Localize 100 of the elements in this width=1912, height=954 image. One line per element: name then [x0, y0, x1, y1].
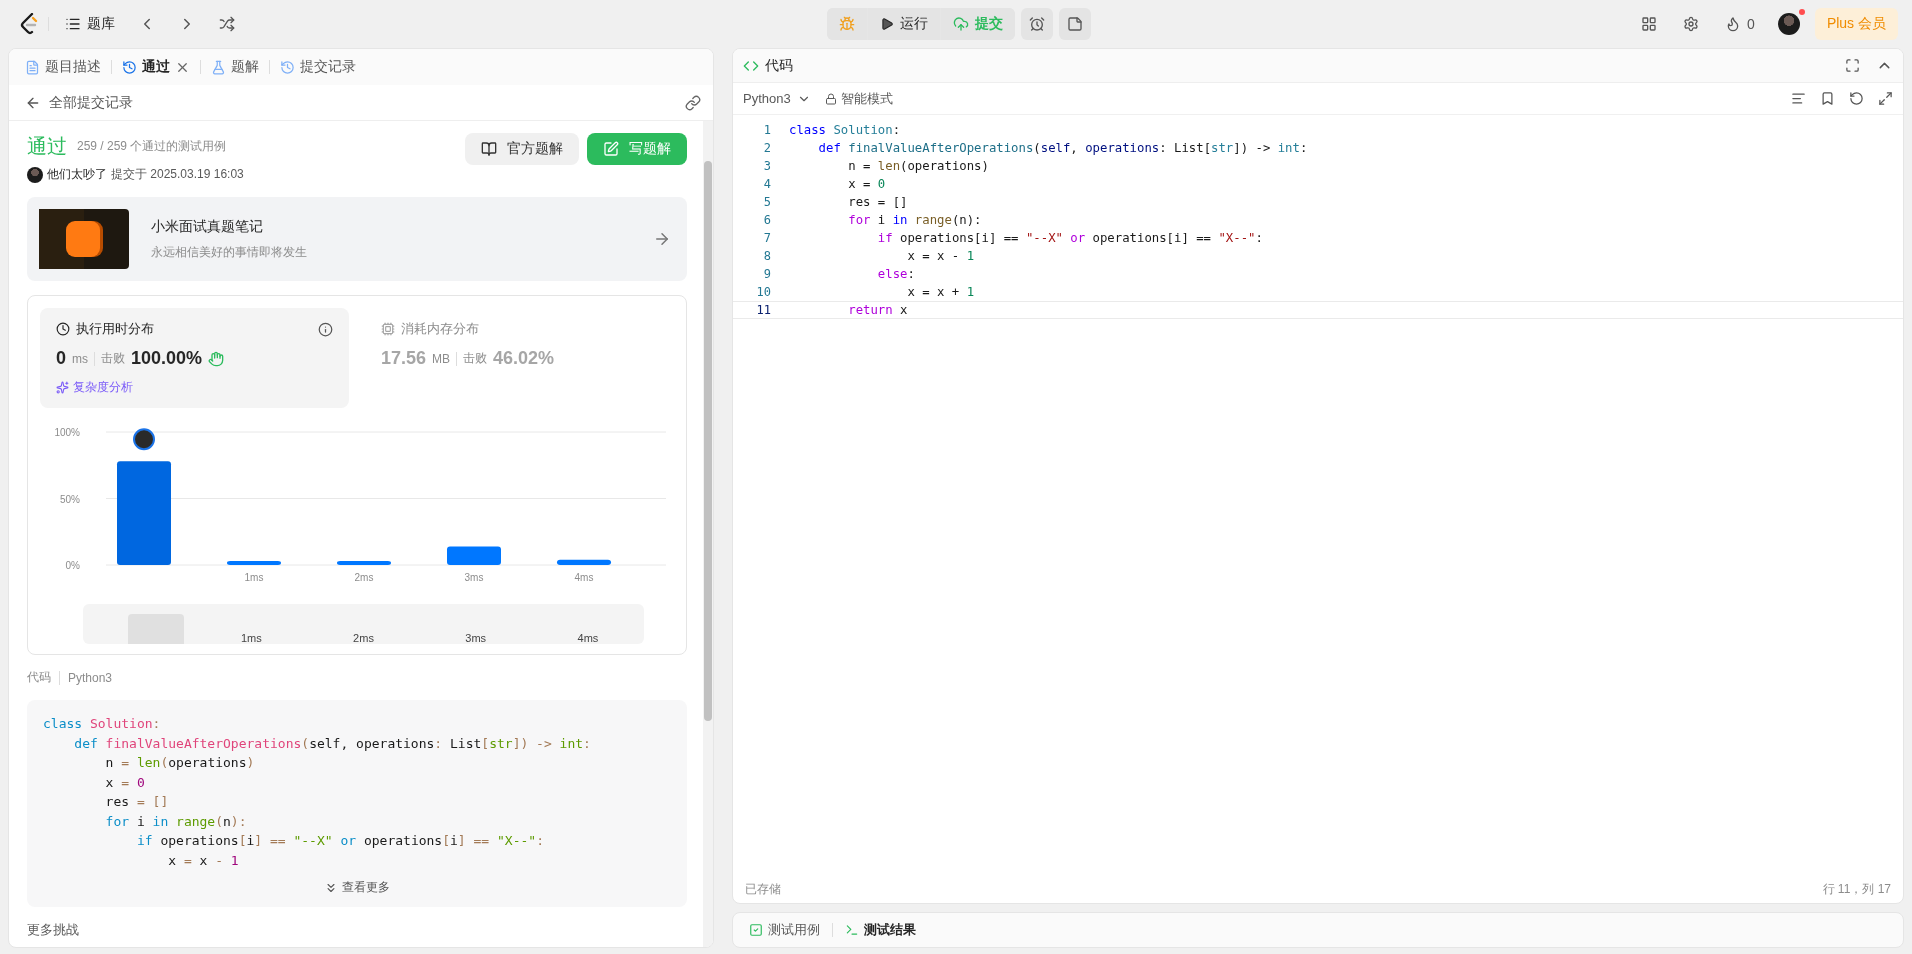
settings-icon	[1683, 16, 1700, 32]
checkbox-icon	[749, 923, 763, 937]
cursor-position: 行 11，列 17	[1822, 880, 1891, 898]
hand-icon	[208, 350, 225, 367]
format-icon[interactable]	[1791, 91, 1806, 106]
panel-tab[interactable]: 题目描述	[19, 52, 107, 82]
stat-unit: ms	[72, 351, 88, 366]
console-tab[interactable]: 测试结果	[839, 915, 922, 945]
test-cases-text: 259 / 259 个通过的测试用例	[77, 138, 227, 155]
official-solution-button[interactable]: 官方题解	[465, 133, 579, 165]
bookmark-icon[interactable]	[1820, 91, 1835, 106]
code-line: if operations[i] == "--X" or operations[i] == "X--":	[135, 832, 545, 850]
beat-label: 击败	[463, 350, 488, 367]
avatar	[1777, 13, 1800, 35]
brush-handle[interactable]	[128, 614, 184, 644]
complexity-link[interactable]: 复杂度分析	[56, 379, 333, 396]
section-title: 更多挑战	[27, 921, 80, 939]
beat-label: 击败	[101, 350, 125, 367]
banner-title: 小米面试真题笔记	[151, 217, 264, 236]
stat-unit: MB	[432, 351, 451, 366]
arrow-icon	[653, 230, 671, 248]
scrollbar[interactable]	[703, 121, 713, 947]
line-number: 7	[762, 231, 771, 245]
brush-label: 1ms	[239, 632, 263, 644]
code-line: def finalValueAfterOperations(self, operations: List[str]) -> int:	[73, 734, 592, 753]
code-line: class Solution:	[789, 123, 901, 137]
beat-percent: 46.02%	[493, 348, 555, 369]
history-icon	[122, 59, 137, 75]
panel-tab[interactable]: 通过	[116, 52, 196, 82]
bug-icon	[839, 16, 855, 32]
line-number: 10	[755, 285, 771, 299]
brush-label: 2ms	[352, 632, 375, 644]
stat-title: 执行用时分布	[76, 320, 154, 338]
logo-icon[interactable]	[20, 13, 40, 35]
console-tab[interactable]: 测试用例	[743, 915, 826, 945]
code-line: x = x - 1	[167, 851, 240, 870]
code-line: if operations[i] == "--X" or operations[i] == "X--":	[876, 231, 1263, 245]
axis-label: 3ms	[464, 572, 484, 583]
axis-label: 2ms	[354, 572, 374, 583]
terminal-icon	[845, 923, 859, 937]
panel-tab[interactable]: 提交记录	[274, 52, 362, 82]
smart-mode-button[interactable]: 智能模式	[824, 82, 893, 115]
grid-icon	[1641, 16, 1658, 32]
reset-icon[interactable]	[1849, 91, 1864, 106]
expand-icon[interactable]	[1878, 91, 1893, 106]
code-line: else:	[876, 267, 915, 281]
back-link[interactable]: 全部提交记录	[49, 93, 133, 112]
code-line: x = x - 1	[906, 249, 975, 263]
info-icon	[318, 321, 333, 337]
line-number: 11	[755, 303, 771, 317]
stat-tab[interactable]: 执行用时分布 0 ms 击败 100.00% 复杂度分析	[40, 308, 349, 408]
clock-icon	[56, 322, 70, 336]
link-icon[interactable]	[685, 94, 701, 111]
code-label: 代码	[27, 669, 51, 686]
line-number: 6	[762, 213, 771, 227]
code-line: res = []	[104, 793, 170, 811]
list-icon	[65, 16, 81, 32]
note-button[interactable]	[1059, 8, 1091, 40]
user-name[interactable]: 他们太吵了	[47, 166, 107, 183]
notification-dot	[1798, 9, 1805, 15]
code-line: for i in range(n):	[847, 213, 982, 227]
panel-tab[interactable]: 题解	[205, 52, 265, 82]
line-number: 8	[762, 249, 771, 263]
banner-card[interactable]: 小米面试真题笔记 永远相信美好的事情即将发生	[27, 197, 687, 281]
fullscreen-icon[interactable]	[1845, 58, 1860, 73]
points-button[interactable]: 0	[1717, 8, 1763, 40]
line-number: 9	[762, 267, 771, 281]
brush-label: 4ms	[576, 632, 600, 644]
saved-status: 已存储	[745, 880, 781, 898]
axis-label: 100%	[54, 427, 80, 438]
axis-label: 1ms	[244, 572, 264, 583]
problem-list-button[interactable]: 题库	[57, 8, 123, 40]
brush-label: 3ms	[464, 632, 488, 644]
line-number: 2	[762, 141, 771, 155]
language-dropdown[interactable]: Python3	[743, 82, 811, 115]
code-line: n = len(operations)	[104, 754, 256, 772]
sparkles-icon	[56, 381, 69, 394]
stat-tab[interactable]: 消耗内存分布 17.56 MB 击败 46.02%	[365, 308, 674, 408]
pen-icon	[603, 141, 619, 157]
beat-percent: 100.00%	[131, 348, 203, 369]
alarm-clock-button[interactable]	[1021, 8, 1053, 40]
status-text: 通过	[27, 134, 67, 159]
history-icon	[280, 59, 295, 75]
stat-value: 17.56	[381, 348, 427, 369]
axis-label: 50%	[60, 493, 80, 505]
show-more-button[interactable]: 查看更多	[318, 878, 396, 897]
code-line: res = []	[847, 195, 908, 209]
range-brush[interactable]: 1ms 2ms 3ms 4ms	[83, 604, 644, 644]
axis-label: 0%	[65, 560, 80, 571]
bar[interactable]	[557, 559, 611, 565]
line-number: 1	[762, 123, 771, 137]
code-line: x = 0	[104, 773, 146, 792]
alarm-clock-icon	[1029, 16, 1045, 32]
stat-title: 消耗内存分布	[401, 320, 479, 338]
code-line: for i in range(n):	[104, 812, 248, 831]
avatar	[27, 166, 43, 183]
avatar	[133, 428, 155, 451]
cloud-upload-icon	[953, 16, 969, 32]
play-icon	[880, 17, 894, 31]
line-number: 4	[762, 177, 771, 191]
